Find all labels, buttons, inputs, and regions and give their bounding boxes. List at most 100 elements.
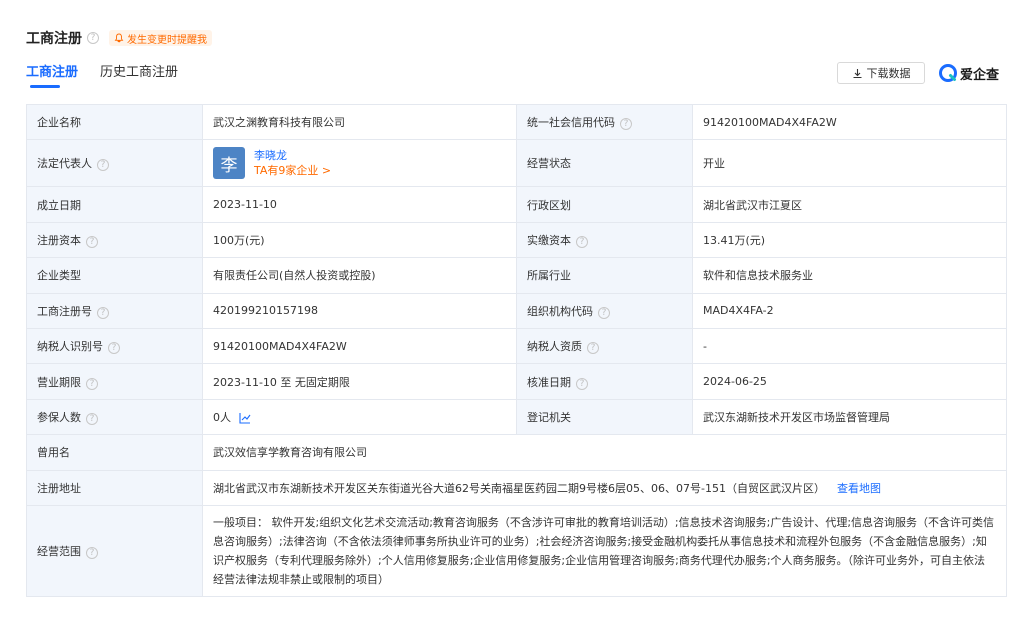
authority-value: 武汉东湖新技术开发区市场监督管理局 [692,398,1007,436]
insured-value-cell: 0人 [202,398,517,436]
taxpayer-qual-label: 纳税人资质 [527,340,582,354]
help-icon[interactable]: ? [587,342,599,355]
company-type-value: 有限责任公司(自然人投资或控股) [202,257,517,294]
org-code-value: MAD4X4FA-2 [692,292,1007,329]
aiqicha-logo-icon [939,64,957,82]
help-icon[interactable]: ? [620,118,632,131]
paid-capital-label: 实缴资本 [527,233,571,247]
taxpayer-id-label: 纳税人识别号 [37,340,103,354]
term-value: 2023-11-10 至 无固定期限 [202,363,517,400]
founded-value: 2023-11-10 [202,186,517,223]
address-value-cell: 湖北省武汉市东湖新技术开发区关东街道光谷大道62号关南福星医药园二期9号楼6层0… [202,469,1007,506]
taxpayer-qual-label-cell: 纳税人资质? [516,327,693,365]
credit-code-label: 统一社会信用代码 [527,116,615,130]
download-data-button[interactable]: 下载数据 [837,62,925,84]
help-icon[interactable]: ? [86,235,98,248]
term-label-cell: 营业期限? [26,363,203,400]
authority-label: 登记机关 [516,398,693,436]
insured-label: 参保人数 [37,410,81,424]
reg-number-value: 420199210157198 [202,292,517,329]
approval-date-value: 2024-06-25 [692,363,1007,400]
former-name-value: 武汉效信享学教育咨询有限公司 [202,434,1007,471]
taxpayer-id-value: 91420100MAD4X4FA2W [202,327,517,365]
help-icon[interactable]: ? [576,235,588,248]
help-icon[interactable]: ? [108,342,120,355]
reg-capital-label: 注册资本 [37,233,81,247]
tab-bar: 工商注册 历史工商注册 [26,64,200,90]
bell-icon [114,33,124,43]
industry-value: 软件和信息技术服务业 [692,257,1007,294]
org-code-label-cell: 组织机构代码? [516,292,693,329]
view-map-link[interactable]: 查看地图 [837,482,881,495]
legal-rep-label: 法定代表人 [37,157,92,171]
legal-rep-label-cell: 法定代表人? [26,139,203,188]
region-value: 湖北省武汉市江夏区 [692,186,1007,223]
address-value: 湖北省武汉市东湖新技术开发区关东街道光谷大道62号关南福星医药园二期9号楼6层0… [213,481,825,495]
table-row: 注册地址 湖北省武汉市东湖新技术开发区关东街道光谷大道62号关南福星医药园二期9… [26,469,1007,506]
help-icon[interactable]: ? [97,306,109,319]
section-title: 工商注册 [26,31,82,47]
insured-label-cell: 参保人数? [26,398,203,436]
status-value: 开业 [692,139,1007,188]
change-remind-label: 发生变更时提醒我 [127,34,207,46]
table-row: 参保人数? 0人 登记机关 武汉东湖新技术开发区市场监督管理局 [26,398,1007,436]
founded-label: 成立日期 [26,186,203,223]
org-code-label: 组织机构代码 [527,304,593,318]
help-icon[interactable]: ? [86,546,98,559]
help-icon[interactable]: ? [576,377,588,390]
status-label: 经营状态 [516,139,693,188]
scope-label-cell: 经营范围? [26,504,203,597]
scope-value: 一般项目： 软件开发;组织文化艺术交流活动;教育咨询服务（不含涉许可审批的教育培… [202,504,1007,597]
tab-business-registration[interactable]: 工商注册 [26,64,78,88]
table-row: 工商注册号? 420199210157198 组织机构代码? MAD4X4FA-… [26,292,1007,329]
help-icon[interactable]: ? [86,412,98,425]
legal-rep-companies-link[interactable]: TA有9家企业 > [254,163,331,178]
table-row: 企业名称 武汉之渊教育科技有限公司 统一社会信用代码? 91420100MAD4… [26,103,1007,141]
help-icon[interactable]: ? [97,159,109,172]
tab-history-registration[interactable]: 历史工商注册 [100,64,178,88]
legal-rep-value: 李 李晓龙 TA有9家企业 > [202,139,517,188]
insured-value: 0人 [213,410,231,424]
download-data-label: 下载数据 [866,67,911,80]
table-row: 注册资本? 100万(元) 实缴资本? 13.41万(元) [26,221,1007,259]
table-row: 营业期限? 2023-11-10 至 无固定期限 核准日期? 2024-06-2… [26,363,1007,400]
table-row: 企业类型 有限责任公司(自然人投资或控股) 所属行业 软件和信息技术服务业 [26,257,1007,294]
brand-logo: 爱企查 [938,62,999,84]
credit-code-value: 91420100MAD4X4FA2W [692,103,1007,141]
avatar[interactable]: 李 [213,147,245,180]
taxpayer-qual-value: - [692,327,1007,365]
table-row: 经营范围? 一般项目： 软件开发;组织文化艺术交流活动;教育咨询服务（不含涉许可… [26,504,1007,597]
reg-number-label: 工商注册号 [37,304,92,318]
company-name-label: 企业名称 [26,103,203,141]
help-icon[interactable]: ? [598,306,610,319]
table-row: 法定代表人? 李 李晓龙 TA有9家企业 > 经营状态 开业 [26,139,1007,188]
trend-chart-icon[interactable] [239,412,251,424]
table-row: 纳税人识别号? 91420100MAD4X4FA2W 纳税人资质? - [26,327,1007,365]
credit-code-label-cell: 统一社会信用代码? [516,103,693,141]
reg-capital-value: 100万(元) [202,221,517,259]
paid-capital-label-cell: 实缴资本? [516,221,693,259]
approval-date-label: 核准日期 [527,375,571,389]
company-name-value: 武汉之渊教育科技有限公司 [202,103,517,141]
industry-label: 所属行业 [516,257,693,294]
company-type-label: 企业类型 [26,257,203,294]
term-label: 营业期限 [37,375,81,389]
paid-capital-value: 13.41万(元) [692,221,1007,259]
taxpayer-id-label-cell: 纳税人识别号? [26,327,203,365]
help-icon[interactable]: ? [86,377,98,390]
reg-capital-label-cell: 注册资本? [26,221,203,259]
brand-name: 爱企查 [960,67,1000,83]
table-row: 曾用名 武汉效信享学教育咨询有限公司 [26,434,1007,471]
reg-number-label-cell: 工商注册号? [26,292,203,329]
registration-info-table: 企业名称 武汉之渊教育科技有限公司 统一社会信用代码? 91420100MAD4… [26,103,1007,597]
region-label: 行政区划 [516,186,693,223]
change-remind-button[interactable]: 发生变更时提醒我 [109,30,212,46]
table-row: 成立日期 2023-11-10 行政区划 湖北省武汉市江夏区 [26,186,1007,223]
download-icon [853,68,861,78]
legal-rep-name-link[interactable]: 李晓龙 [254,148,331,163]
approval-date-label-cell: 核准日期? [516,363,693,400]
help-icon[interactable]: ? [87,32,99,44]
scope-label: 经营范围 [37,544,81,558]
section-header: 工商注册 ? 发生变更时提醒我 [26,28,212,48]
address-label: 注册地址 [26,469,203,506]
